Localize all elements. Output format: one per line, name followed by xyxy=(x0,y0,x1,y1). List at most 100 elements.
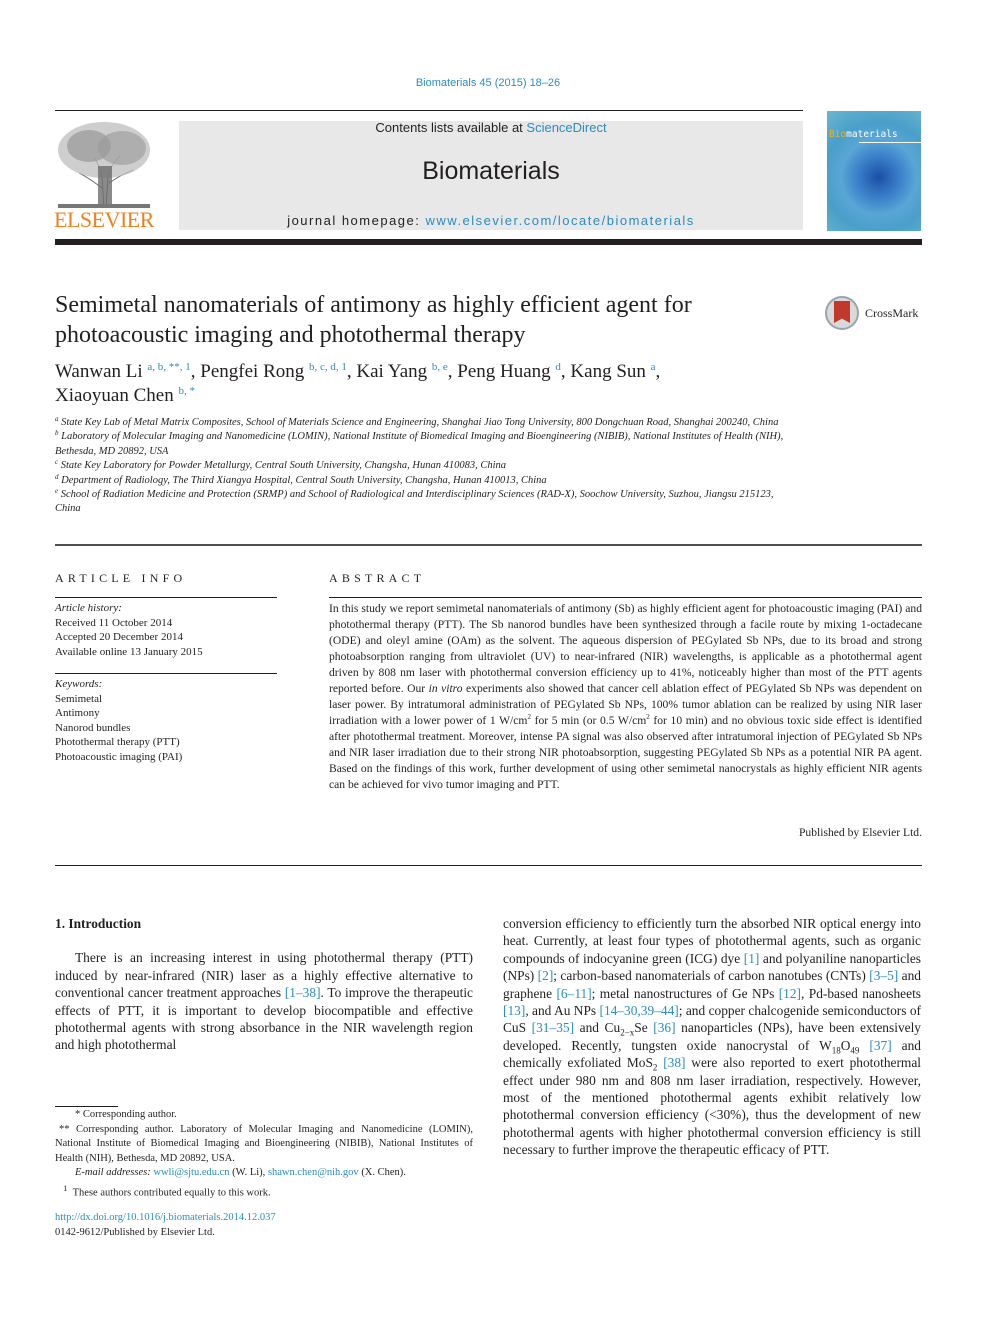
history-received: Received 11 October 2014 xyxy=(55,616,173,629)
intro-paragraph: There is an increasing interest in using… xyxy=(55,949,473,1053)
author-affiliation-link[interactable]: b, e xyxy=(432,361,448,373)
text-run: O xyxy=(840,1037,851,1053)
affiliation-item: a State Key Lab of Metal Matrix Composit… xyxy=(55,416,795,430)
citation-link[interactable]: [1] xyxy=(744,951,760,966)
doi-block: http://dx.doi.org/10.1016/j.biomaterials… xyxy=(55,1211,276,1240)
history-accepted: Accepted 20 December 2014 xyxy=(55,631,183,643)
journal-title: Biomaterials xyxy=(422,157,560,185)
author-affiliation-link[interactable]: b, * xyxy=(178,385,195,397)
citation-link[interactable]: [31–35] xyxy=(532,1020,574,1035)
footnote-marker: 1 xyxy=(63,1182,68,1193)
text-run: , Pd-based nanosheets xyxy=(801,985,922,1001)
journal-banner: Contents lists available at ScienceDirec… xyxy=(179,121,803,230)
citation-link[interactable]: [12] xyxy=(779,986,801,1001)
published-by: Published by Elsevier Ltd. xyxy=(798,826,922,839)
citation-link[interactable]: [13] xyxy=(503,1003,525,1018)
elsevier-tree-icon xyxy=(58,122,150,209)
author-name: Pengfei Rong xyxy=(200,361,305,382)
author-affiliation-link[interactable]: a, b, **, 1 xyxy=(147,361,190,373)
keyword-item: Antimony xyxy=(55,707,100,719)
email-owner: (W. Li), xyxy=(229,1167,268,1179)
affiliation-item: c State Key Laboratory for Powder Metall… xyxy=(55,459,795,473)
cover-title-accent: Bio xyxy=(829,129,847,140)
article-history-label: Article history: xyxy=(55,602,122,614)
citation-link[interactable]: [36] xyxy=(653,1020,675,1035)
citation-link[interactable]: [14–30,39–44] xyxy=(600,1003,679,1018)
email-link-li[interactable]: wwli@sjtu.edu.cn xyxy=(153,1167,229,1178)
article-info-rule xyxy=(55,597,277,598)
intro-paragraph: conversion efficiency to efficiently tur… xyxy=(503,915,921,1159)
footnote-equal-contribution: 1 These authors contributed equally to t… xyxy=(55,1181,473,1201)
keywords-label: Keywords: xyxy=(55,678,103,690)
author-list: Wanwan Li a, b, **, 1, Pengfei Rong b, c… xyxy=(55,361,661,406)
article-info-heading: ARTICLE INFO xyxy=(55,571,187,585)
sciencedirect-link[interactable]: ScienceDirect xyxy=(526,120,606,135)
affiliation-key: d xyxy=(55,472,59,481)
author-name: Kang Sun xyxy=(570,361,646,382)
footnote-rule xyxy=(55,1106,118,1107)
footnote-corresponding-1: * Corresponding author. xyxy=(75,1109,177,1120)
affiliation-key: b xyxy=(55,429,59,438)
keyword-item: Photothermal therapy (PTT) xyxy=(55,736,180,748)
author-affiliation-link[interactable]: d xyxy=(555,361,561,373)
footnote-emails: E-mail addresses: wwli@sjtu.edu.cn (W. L… xyxy=(55,1166,473,1181)
homepage-prefix: journal homepage: xyxy=(287,213,426,228)
abstract-text: In this study we report semimetal nanoma… xyxy=(329,601,922,793)
doi-link[interactable]: http://dx.doi.org/10.1016/j.biomaterials… xyxy=(55,1212,276,1223)
text-run: ; carbon-based nanomaterials of carbon n… xyxy=(553,968,870,984)
cover-title: Biomaterials xyxy=(829,129,898,140)
affiliation-key: e xyxy=(55,487,59,496)
intro-left-column: 1. Introduction There is an increasing i… xyxy=(55,915,473,1054)
footnote-text: These authors contributed equally to thi… xyxy=(72,1187,271,1199)
email-label: E-mail addresses: xyxy=(75,1167,151,1179)
citation-link[interactable]: [37] xyxy=(869,1038,891,1053)
text-run xyxy=(859,1038,869,1053)
author-name: Xiaoyuan Chen xyxy=(55,385,174,406)
author-affiliation-link[interactable]: a xyxy=(651,361,656,373)
text-run: Se xyxy=(634,1020,654,1036)
header-thick-rule xyxy=(55,239,922,245)
introduction-heading: 1. Introduction xyxy=(55,916,142,931)
author-name: Peng Huang xyxy=(457,361,551,382)
affiliation-text: School of Radiation Medicine and Protect… xyxy=(55,489,774,515)
author-affiliation-link[interactable]: b, c, d, 1 xyxy=(309,361,347,373)
affiliation-key: a xyxy=(55,415,59,423)
footnotes: * Corresponding author. ** Corresponding… xyxy=(55,1108,473,1201)
abstract-bottom-rule xyxy=(55,865,922,866)
subscript: 2−x xyxy=(620,1028,635,1039)
author-name: Wanwan Li xyxy=(55,361,143,382)
text-run: , and Au NPs xyxy=(525,1003,600,1019)
crossmark-badge[interactable]: CrossMark xyxy=(825,296,925,334)
history-online: Available online 13 January 2015 xyxy=(55,645,203,658)
article-title: Semimetal nanomaterials of antimony as h… xyxy=(55,292,692,348)
footnote-corresponding-2: ** Corresponding author. Laboratory of M… xyxy=(55,1123,473,1164)
citation-link[interactable]: [6–11] xyxy=(556,986,591,1001)
citation-link[interactable]: [38] xyxy=(663,1055,685,1070)
affiliation-item: e School of Radiation Medicine and Prote… xyxy=(55,488,795,517)
citation-link[interactable]: [2] xyxy=(538,968,554,983)
journal-reference-link[interactable]: Biomaterials 45 (2015) 18–26 xyxy=(416,77,560,89)
text-run: were also reported to exert photothermal… xyxy=(503,1055,921,1158)
abstract-italic: in vitro xyxy=(428,682,463,695)
journal-cover-image[interactable]: Biomaterials xyxy=(827,111,921,231)
article-history: Article history: Received 11 October 201… xyxy=(55,601,277,659)
affiliation-text: State Key Laboratory for Powder Metallur… xyxy=(60,460,506,472)
abstract-rule xyxy=(329,597,922,598)
journal-reference[interactable]: Biomaterials 45 (2015) 18–26 xyxy=(0,77,976,89)
cover-title-rest: materials xyxy=(846,129,898,140)
author-name: Kai Yang xyxy=(356,361,428,382)
affiliation-text: State Key Lab of Metal Matrix Composites… xyxy=(61,417,779,428)
affiliation-text: Department of Radiology, The Third Xiang… xyxy=(61,474,547,486)
keyword-item: Semimetal xyxy=(55,692,103,705)
keywords: Keywords: Semimetal Antimony Nanorod bun… xyxy=(55,677,277,764)
homepage-link[interactable]: www.elsevier.com/locate/biomaterials xyxy=(426,213,695,228)
keyword-item: Nanorod bundles xyxy=(55,721,131,734)
citation-link[interactable]: [1–38] xyxy=(285,985,321,1000)
contents-prefix: Contents lists available at xyxy=(375,120,527,135)
affiliation-text: Laboratory of Molecular Imaging and Nano… xyxy=(55,431,784,457)
elsevier-logo[interactable]: ELSEVIER xyxy=(54,118,154,233)
citation-link[interactable]: [3–5] xyxy=(869,968,898,983)
email-link-chen[interactable]: shawn.chen@nih.gov xyxy=(268,1167,359,1178)
crossmark-label: CrossMark xyxy=(865,306,919,320)
keywords-rule xyxy=(55,673,277,674)
